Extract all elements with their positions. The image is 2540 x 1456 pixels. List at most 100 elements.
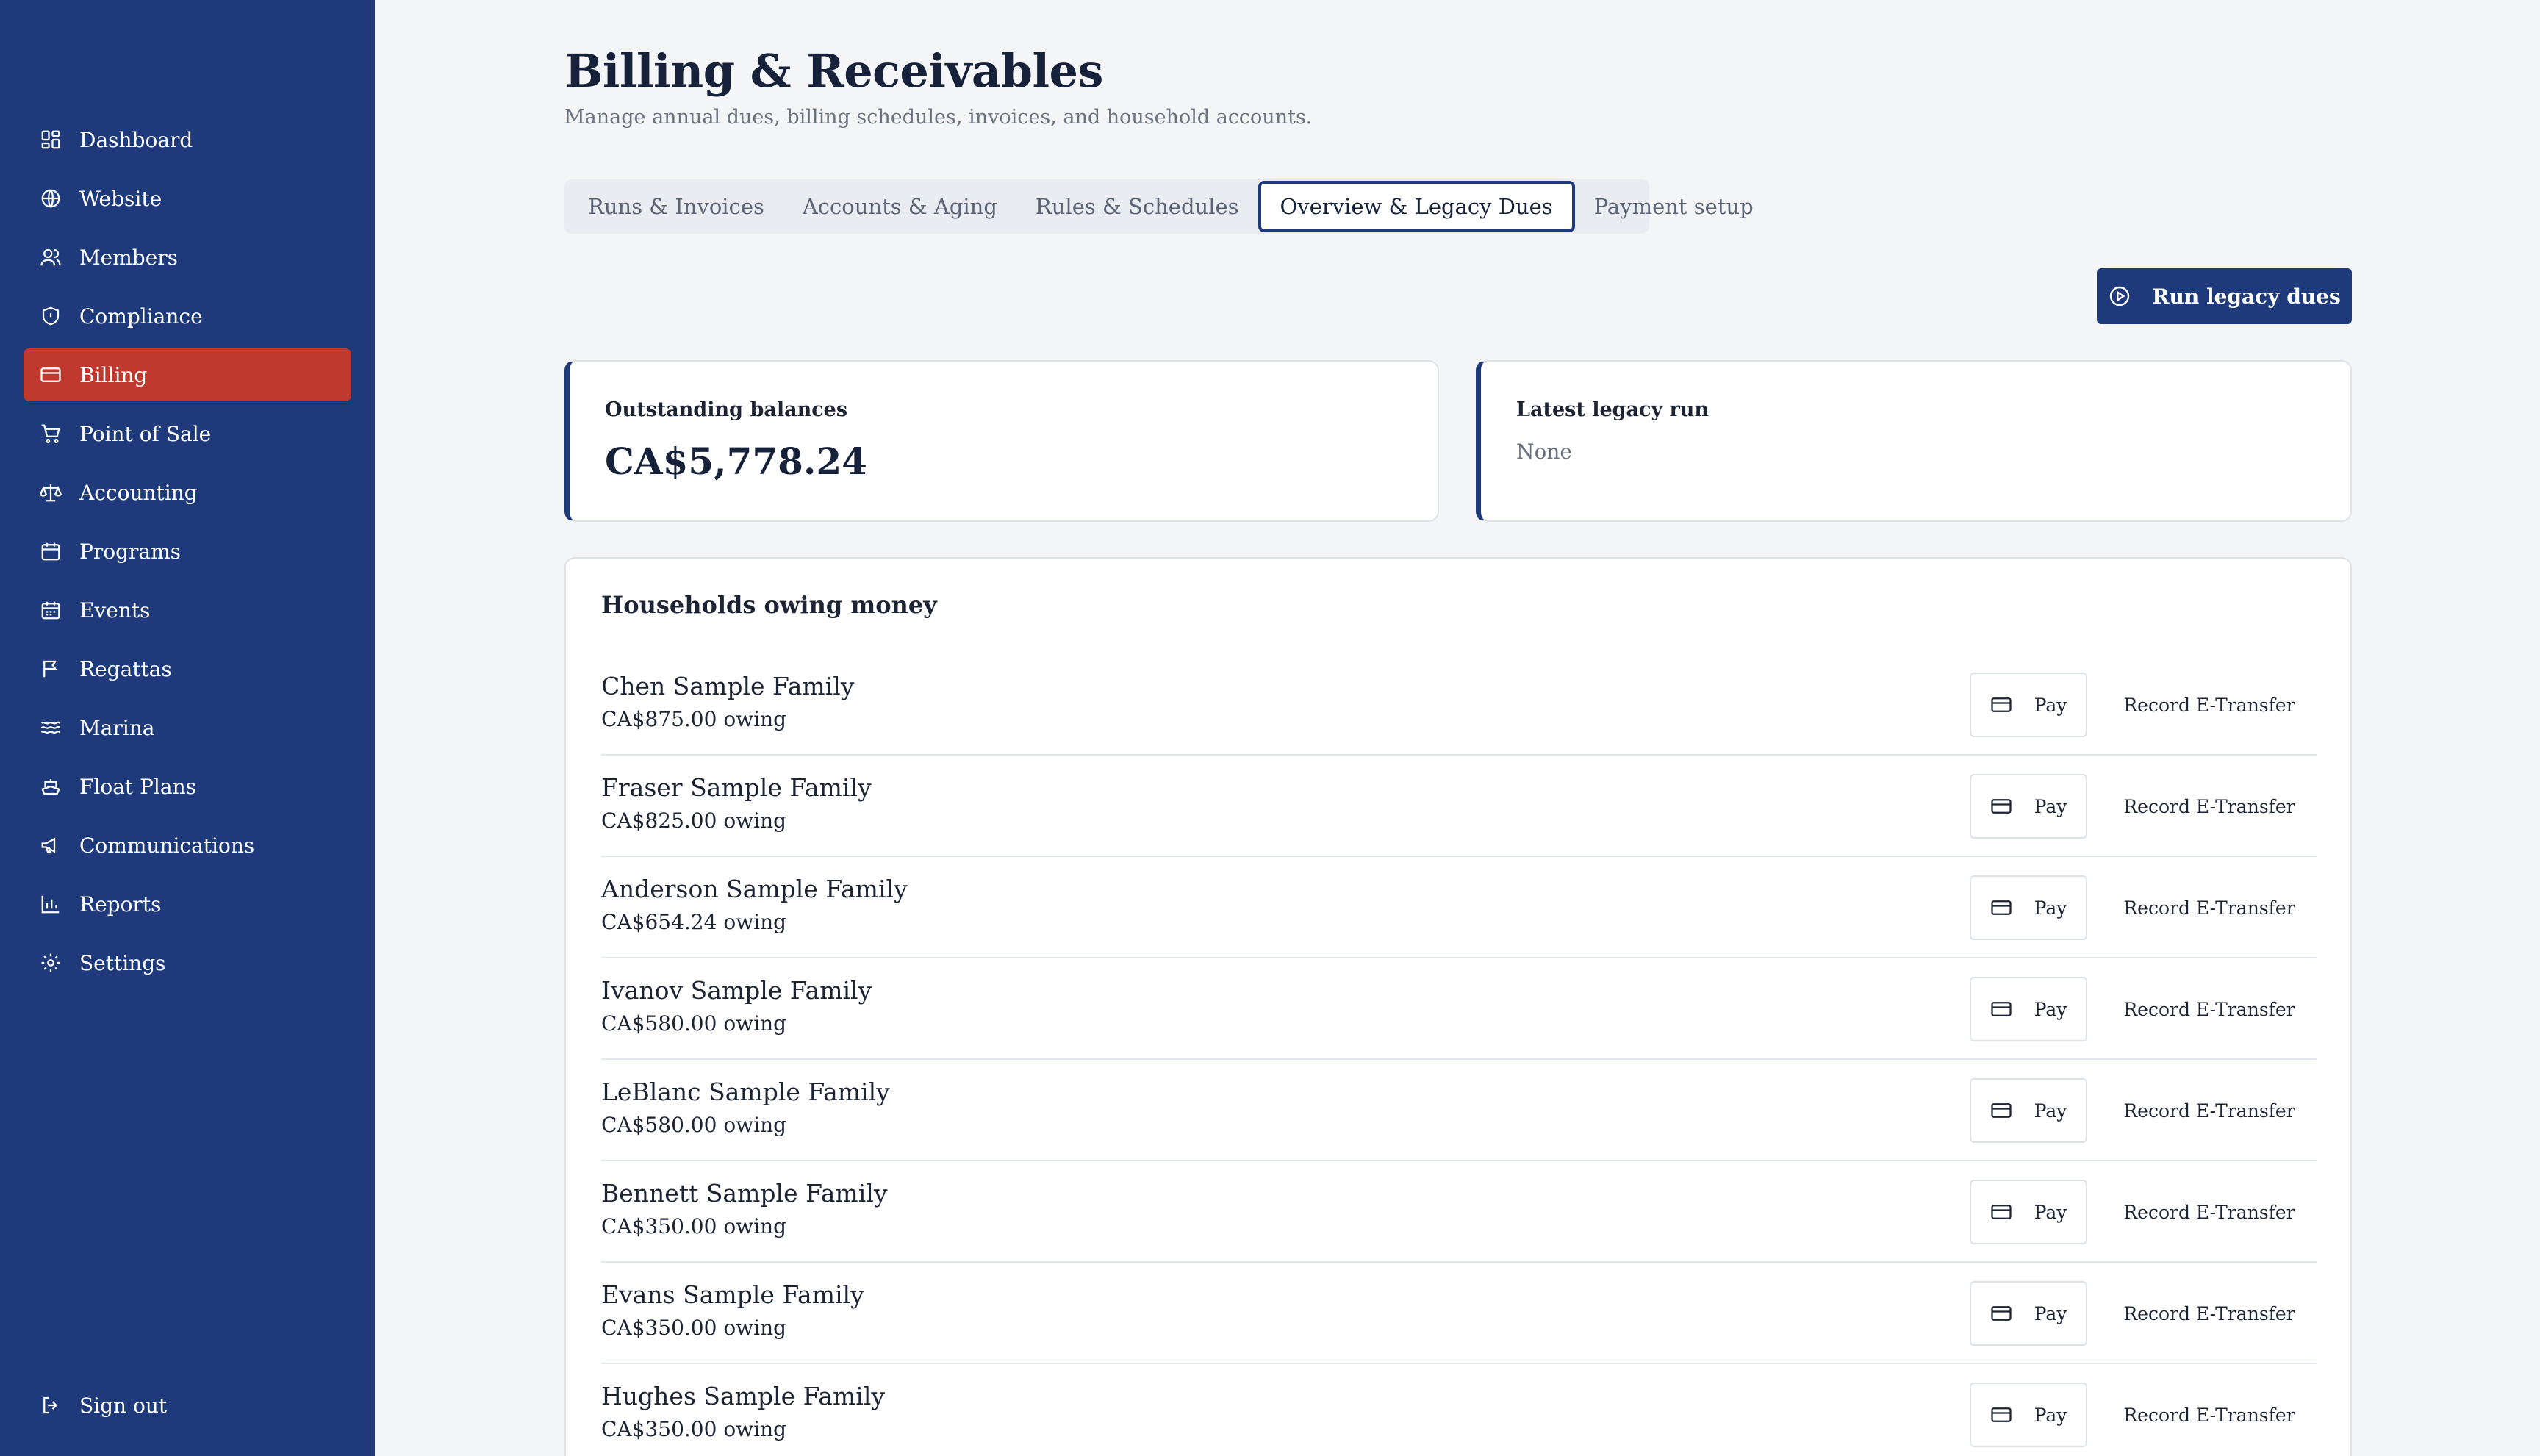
sidebar-item-label: Compliance <box>79 304 203 329</box>
credit-card-icon <box>1991 697 2012 712</box>
household-owing: CA$350.00 owing <box>601 1417 787 1441</box>
tab-bar: Runs & Invoices Accounts & Aging Rules &… <box>564 179 1754 234</box>
record-e-transfer-button[interactable]: Record E-Transfer <box>2102 673 2317 737</box>
household-name: LeBlanc Sample Family <box>601 1077 890 1106</box>
sidebar-item-reports[interactable]: Reports <box>24 878 351 930</box>
sidebar-item-label: Communications <box>79 833 255 858</box>
flag-icon <box>43 660 57 678</box>
run-legacy-dues-button[interactable]: Run legacy dues <box>2097 268 2352 324</box>
outstanding-balances-value: CA$5,778.24 <box>605 440 867 483</box>
sidebar-item-point-of-sale[interactable]: Point of Sale <box>24 407 351 460</box>
tab-runs-invoices[interactable]: Runs & Invoices <box>569 183 783 230</box>
record-e-transfer-button[interactable]: Record E-Transfer <box>2102 1281 2317 1346</box>
sidebar-item-compliance[interactable]: Compliance <box>24 290 351 343</box>
sidebar-item-events[interactable]: Events <box>24 584 351 636</box>
ship-icon <box>41 779 60 795</box>
sidebar-item-label: Members <box>79 245 179 270</box>
sidebar-item-label: Events <box>79 598 151 623</box>
pay-button[interactable]: Pay <box>1970 774 2087 839</box>
sidebar-item-programs[interactable]: Programs <box>24 525 351 578</box>
household-name: Hughes Sample Family <box>601 1382 886 1410</box>
record-e-transfer-button[interactable]: Record E-Transfer <box>2102 1180 2317 1244</box>
sidebar-item-label: Float Plans <box>79 774 196 799</box>
latest-legacy-run-value: None <box>1516 440 1572 464</box>
household-row: Anderson Sample Family CA$654.24 owing P… <box>601 857 2317 958</box>
calendar-icon <box>41 542 60 561</box>
household-owing: CA$350.00 owing <box>601 1214 787 1238</box>
logout-icon <box>43 1396 58 1414</box>
pay-label: Pay <box>2034 694 2067 716</box>
sidebar-item-label: Accounting <box>79 480 198 505</box>
tab-rules-schedules[interactable]: Rules & Schedules <box>1016 183 1258 230</box>
sidebar-item-marina[interactable]: Marina <box>24 701 351 754</box>
globe-icon <box>41 189 60 208</box>
pay-button[interactable]: Pay <box>1970 1180 2087 1244</box>
pay-label: Pay <box>2034 795 2067 817</box>
household-owing: CA$580.00 owing <box>601 1011 787 1036</box>
household-row: Hughes Sample Family CA$350.00 owing Pay… <box>601 1364 2317 1456</box>
households-list: Chen Sample Family CA$875.00 owing Pay R… <box>601 654 2317 1456</box>
play-circle-icon <box>2110 286 2130 306</box>
household-name: Anderson Sample Family <box>601 875 908 903</box>
credit-card-icon <box>1991 1002 2012 1016</box>
tab-overview-legacy-dues[interactable]: Overview & Legacy Dues <box>1258 181 1575 232</box>
latest-legacy-run-label: Latest legacy run <box>1516 398 1710 421</box>
sign-out-button[interactable]: Sign out <box>24 1379 351 1432</box>
pay-label: Pay <box>2034 998 2067 1020</box>
credit-card-icon <box>40 367 61 382</box>
household-row: LeBlanc Sample Family CA$580.00 owing Pa… <box>601 1060 2317 1161</box>
household-name: Evans Sample Family <box>601 1280 864 1309</box>
outstanding-balances-label: Outstanding balances <box>605 398 848 421</box>
sidebar-item-float-plans[interactable]: Float Plans <box>24 760 351 813</box>
pay-button[interactable]: Pay <box>1970 875 2087 940</box>
outstanding-balances-card: Outstanding balances CA$5,778.24 <box>564 360 1439 522</box>
sidebar-item-label: Website <box>79 186 162 211</box>
sidebar-item-label: Billing <box>79 362 148 387</box>
sidebar-item-communications[interactable]: Communications <box>24 819 351 872</box>
sidebar-item-dashboard[interactable]: Dashboard <box>24 113 351 166</box>
sidebar-item-members[interactable]: Members <box>24 231 351 284</box>
sidebar-item-billing[interactable]: Billing <box>24 348 351 401</box>
household-name: Bennett Sample Family <box>601 1179 888 1208</box>
household-row: Ivanov Sample Family CA$580.00 owing Pay… <box>601 958 2317 1060</box>
household-name: Fraser Sample Family <box>601 773 872 802</box>
pay-button[interactable]: Pay <box>1970 1078 2087 1143</box>
run-legacy-dues-label: Run legacy dues <box>2152 284 2341 309</box>
sidebar-item-label: Point of Sale <box>79 421 212 446</box>
page-subtitle: Manage annual dues, billing schedules, i… <box>564 106 1313 129</box>
sidebar-item-accounting[interactable]: Accounting <box>24 466 351 519</box>
credit-card-icon <box>1991 1306 2012 1321</box>
pay-label: Pay <box>2034 1302 2067 1324</box>
pay-button[interactable]: Pay <box>1970 1383 2087 1447</box>
pay-label: Pay <box>2034 897 2067 919</box>
sidebar-item-label: Programs <box>79 539 182 564</box>
sidebar-item-label: Marina <box>79 715 155 740</box>
credit-card-icon <box>1991 799 2012 814</box>
households-panel: Households owing money Chen Sample Famil… <box>564 557 2352 1456</box>
latest-legacy-run-card: Latest legacy run None <box>1476 360 2352 522</box>
scale-icon <box>40 484 62 502</box>
household-owing: CA$654.24 owing <box>601 910 787 934</box>
household-owing: CA$825.00 owing <box>601 808 787 833</box>
sidebar-item-regattas[interactable]: Regattas <box>24 642 351 695</box>
record-e-transfer-button[interactable]: Record E-Transfer <box>2102 1383 2317 1447</box>
record-e-transfer-button[interactable]: Record E-Transfer <box>2102 1078 2317 1143</box>
sidebar-item-website[interactable]: Website <box>24 172 351 225</box>
pay-button[interactable]: Pay <box>1970 977 2087 1041</box>
sidebar-item-settings[interactable]: Settings <box>24 936 351 989</box>
tab-accounts-aging[interactable]: Accounts & Aging <box>783 183 1016 230</box>
record-e-transfer-button[interactable]: Record E-Transfer <box>2102 774 2317 839</box>
household-row: Fraser Sample Family CA$825.00 owing Pay… <box>601 756 2317 857</box>
households-title: Households owing money <box>601 591 937 619</box>
household-row: Bennett Sample Family CA$350.00 owing Pa… <box>601 1161 2317 1263</box>
record-e-transfer-button[interactable]: Record E-Transfer <box>2102 875 2317 940</box>
sidebar-item-label: Regattas <box>79 656 172 681</box>
sign-out-label: Sign out <box>79 1393 168 1418</box>
pay-button[interactable]: Pay <box>1970 1281 2087 1346</box>
pay-button[interactable]: Pay <box>1970 673 2087 737</box>
tab-payment-setup[interactable]: Payment setup <box>1575 183 1773 230</box>
household-name: Ivanov Sample Family <box>601 976 872 1005</box>
household-owing: CA$875.00 owing <box>601 707 787 731</box>
cart-icon <box>41 424 60 443</box>
record-e-transfer-button[interactable]: Record E-Transfer <box>2102 977 2317 1041</box>
